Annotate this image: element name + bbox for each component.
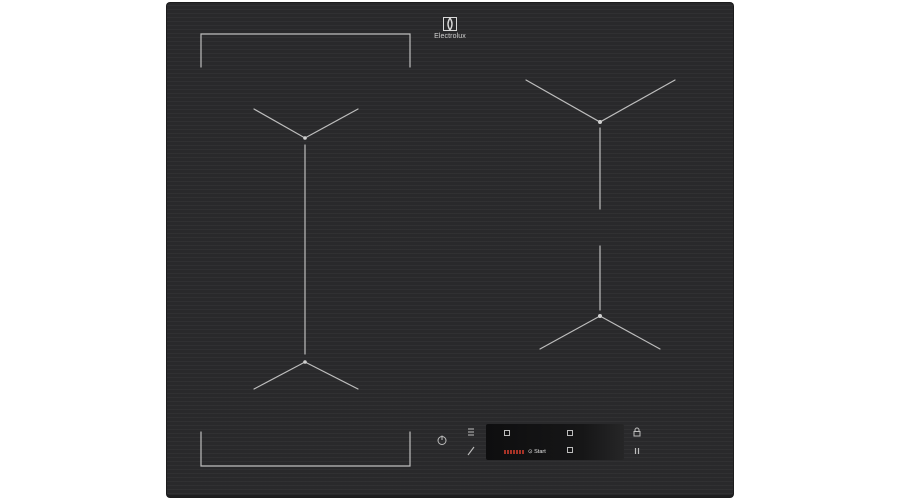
display-level-bars	[504, 450, 524, 454]
cooking-zone-markings	[200, 33, 676, 467]
control-display: ⊙ Start	[486, 424, 624, 460]
top-left-zone-bracket	[200, 33, 411, 68]
left-zone-top-chevron	[253, 108, 359, 139]
menu-icon	[468, 428, 474, 436]
right-top-zone-dot	[598, 120, 602, 124]
right-bottom-zone-dot	[598, 314, 602, 318]
left-zone-bottom-chevron	[253, 361, 359, 390]
bottom-left-zone-bracket	[200, 431, 411, 467]
pause-icon	[634, 448, 640, 454]
right-bottom-zone-chevron	[539, 315, 661, 350]
brand-mark: Electrolux	[418, 17, 482, 40]
induction-hob: Electrolux ⊙ Start	[166, 2, 734, 498]
left-zone-top-dot	[303, 136, 307, 140]
left-zone-bottom-dot	[303, 360, 307, 364]
lock-button[interactable]	[631, 426, 643, 438]
right-top-zone-chevron	[525, 79, 676, 123]
power-icon	[437, 435, 447, 445]
bridge-button[interactable]	[465, 445, 477, 457]
lock-icon	[633, 427, 641, 437]
start-label[interactable]: ⊙ Start	[528, 448, 546, 456]
display-corner-top-left[interactable]	[504, 430, 510, 436]
start-text: Start	[534, 449, 546, 455]
display-readout: ⊙ Start	[504, 448, 546, 456]
bridge-icon	[467, 446, 475, 456]
electrolux-logo-icon	[443, 17, 457, 31]
menu-button[interactable]	[465, 426, 477, 438]
display-corner-bottom-right[interactable]	[567, 447, 573, 453]
power-button[interactable]	[436, 434, 448, 446]
display-corner-top-right[interactable]	[567, 430, 573, 436]
brand-name: Electrolux	[434, 33, 466, 40]
pause-button[interactable]	[631, 445, 643, 457]
